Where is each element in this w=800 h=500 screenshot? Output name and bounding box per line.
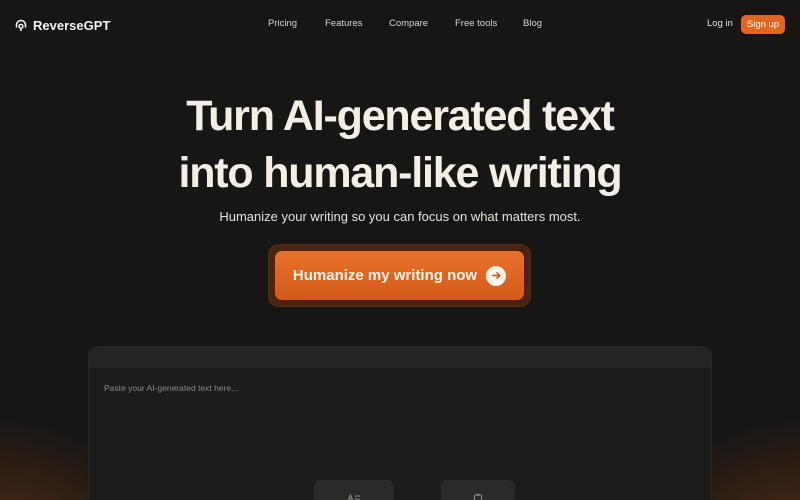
nav-item-free-tools[interactable]: Free tools [455, 18, 497, 29]
headset-logo-icon [15, 19, 27, 32]
cta-label: Humanize my writing now [292, 267, 478, 284]
brand-name: ReverseGPT [33, 17, 111, 33]
text-editor-panel [88, 346, 712, 500]
cta-button-frame: Humanize my writing now [269, 245, 530, 306]
paste-clipboard-button[interactable] [441, 480, 515, 500]
hero-section: Turn AI-generated text into human-like w… [0, 88, 800, 202]
hero-title-line-1: Turn AI-generated text [186, 92, 615, 140]
text-format-button[interactable] [314, 480, 394, 500]
text-format-icon [347, 493, 360, 500]
editor-header-bar [89, 347, 711, 368]
ai-text-input[interactable] [89, 368, 711, 478]
hero-subtitle: Humanize your writing so you can focus o… [219, 209, 581, 224]
signup-button[interactable]: Sign up [741, 15, 785, 34]
brand-logo[interactable]: ReverseGPT [14, 15, 110, 35]
clipboard-icon [473, 493, 483, 500]
login-link[interactable]: Log in [707, 18, 733, 29]
humanize-cta-button[interactable]: Humanize my writing now [275, 251, 524, 300]
hero-title: Turn AI-generated text into human-like w… [0, 88, 800, 202]
nav-item-pricing[interactable]: Pricing [268, 18, 297, 29]
nav-item-features[interactable]: Features [325, 18, 363, 29]
arrow-right-icon [486, 265, 507, 286]
hero-title-line-2: into human-like writing [178, 149, 622, 197]
nav-item-compare[interactable]: Compare [389, 18, 428, 29]
nav-item-blog[interactable]: Blog [523, 18, 542, 29]
top-navbar: ReverseGPT Pricing Features Compare Free… [0, 0, 800, 50]
